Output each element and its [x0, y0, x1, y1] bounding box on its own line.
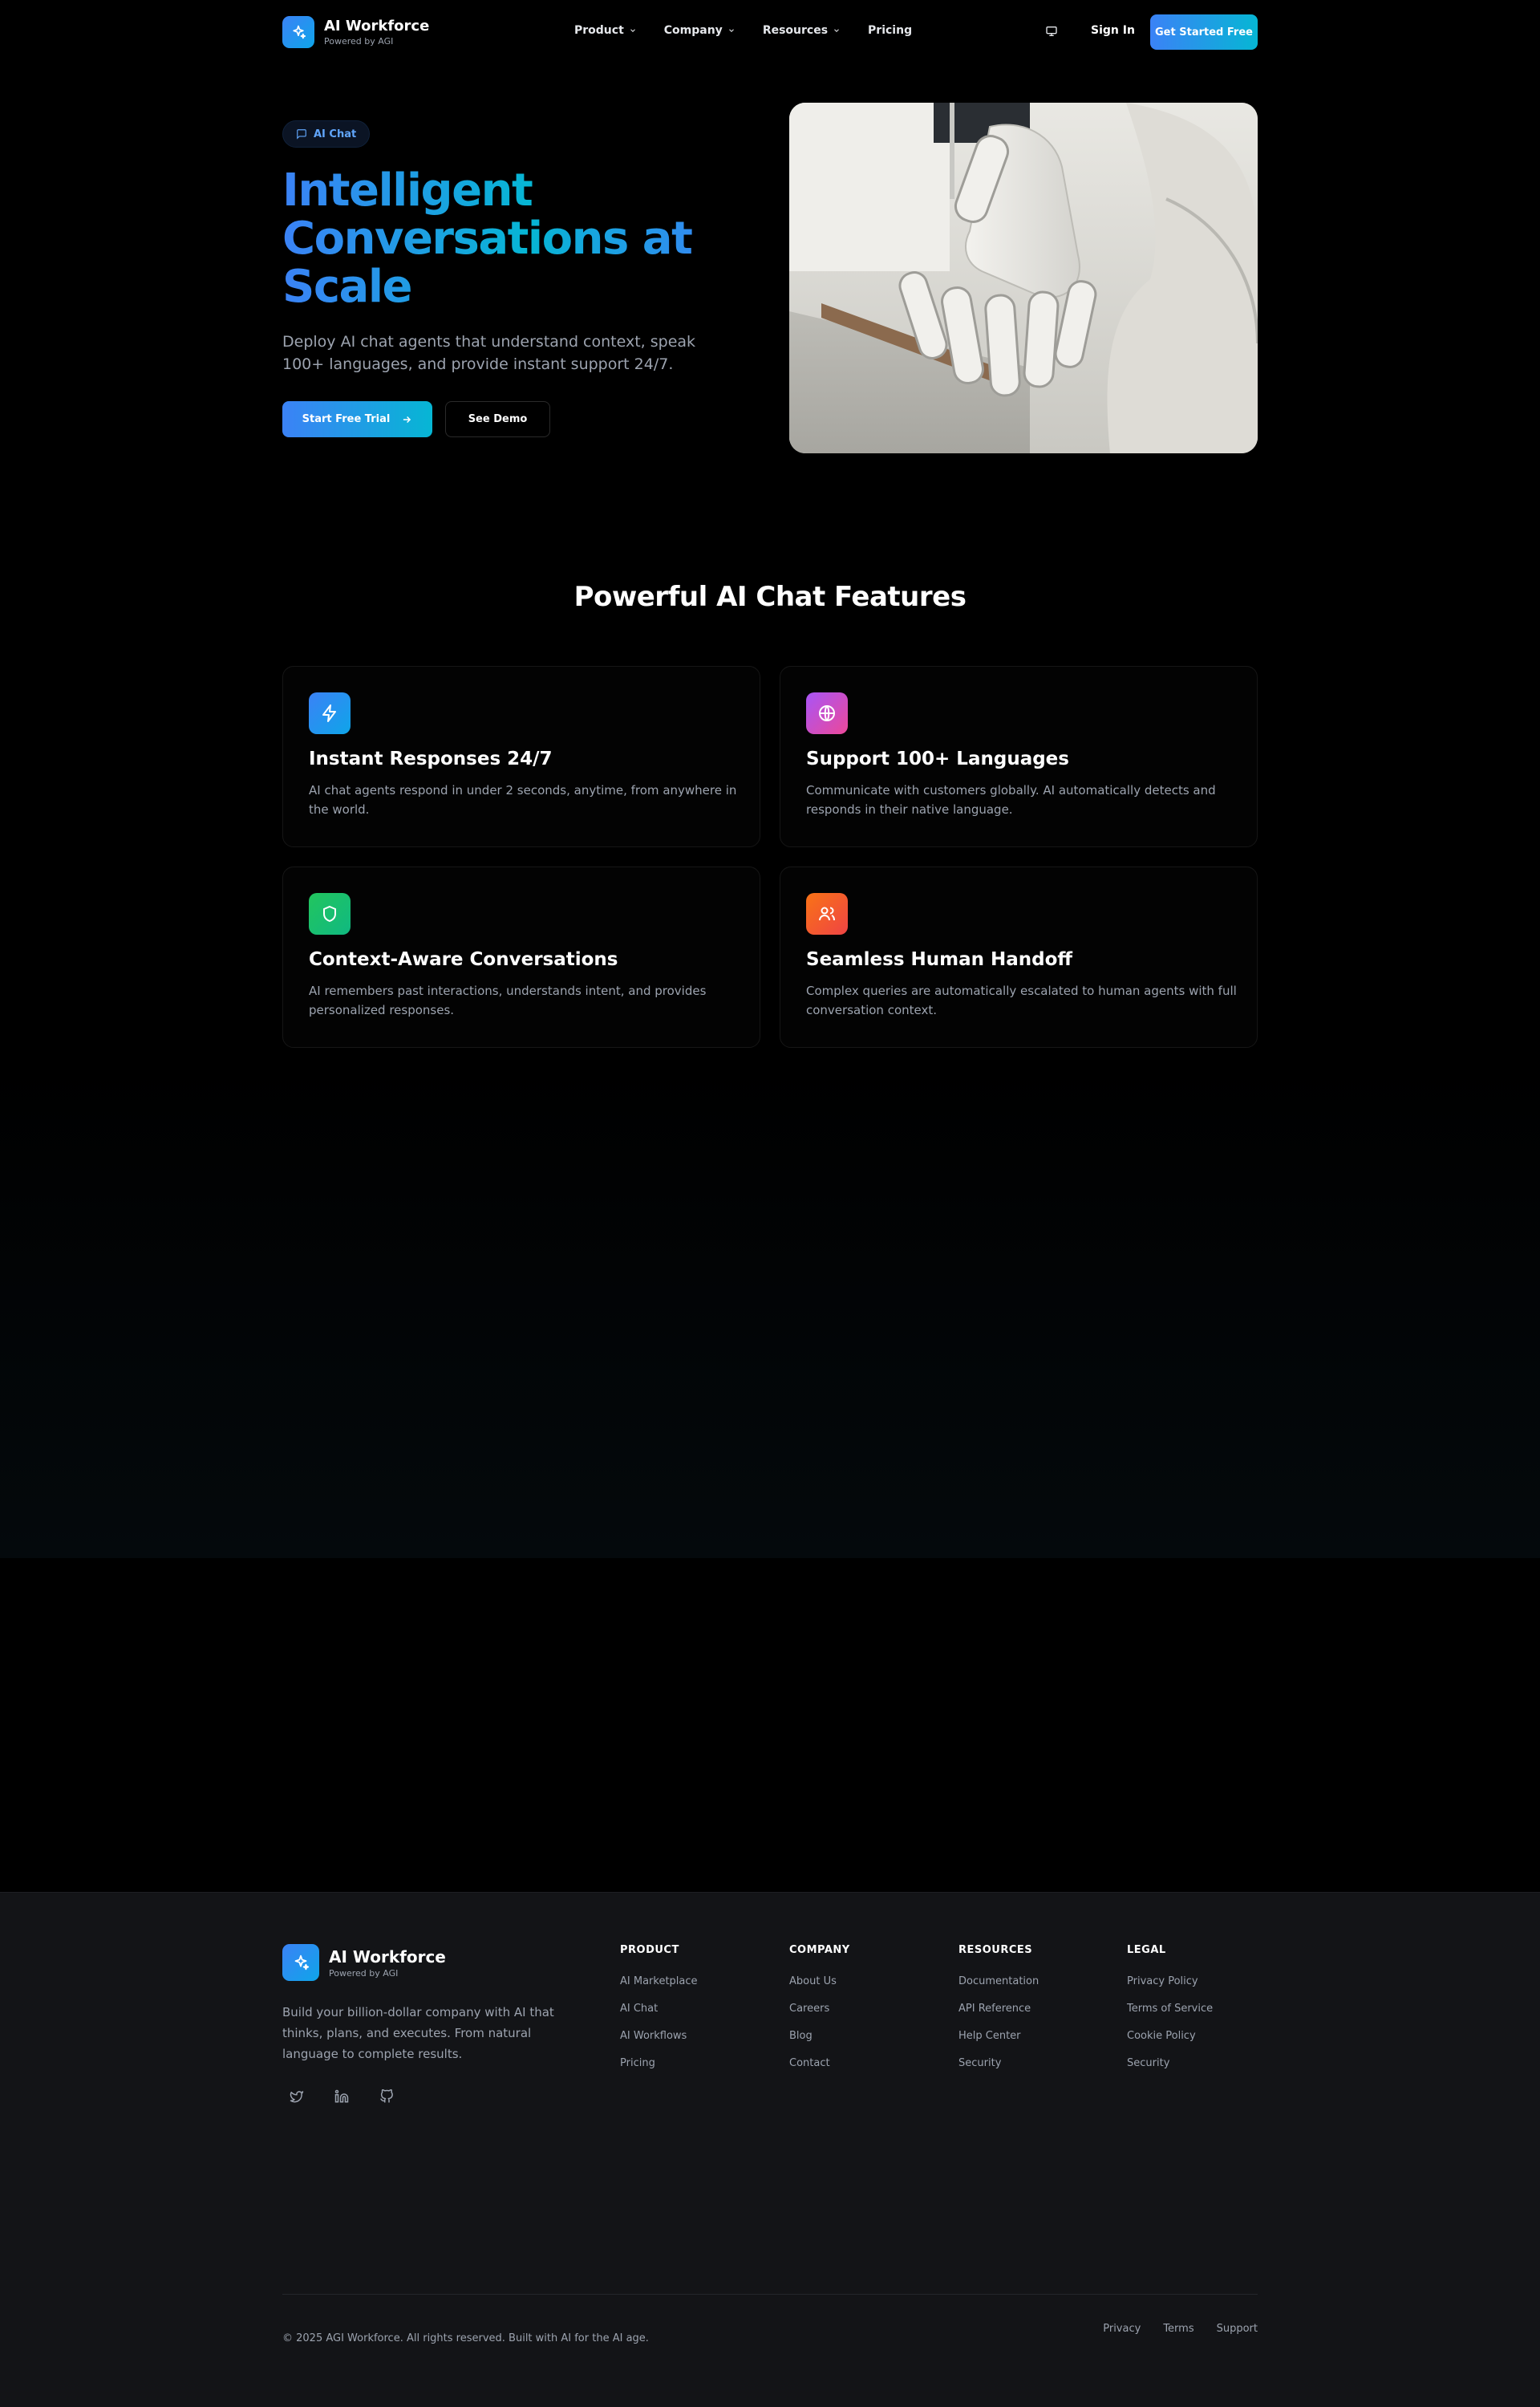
nav-pricing[interactable]: Pricing	[868, 24, 912, 37]
feature-card-instant-responses: Instant Responses 24/7 AI chat agents re…	[282, 666, 760, 847]
nav-company[interactable]: Company	[664, 24, 736, 37]
footer-link[interactable]: Security	[958, 2057, 1039, 2069]
footer-link[interactable]: Security	[1127, 2057, 1213, 2069]
linkedin-icon[interactable]	[327, 2082, 356, 2111]
chevron-down-icon	[630, 29, 635, 32]
footer-link[interactable]: Cookie Policy	[1127, 2030, 1213, 2042]
nav-resources[interactable]: Resources	[763, 24, 841, 37]
feature-card-human-handoff: Seamless Human Handoff Complex queries a…	[780, 867, 1258, 1048]
robot-hand-image	[789, 103, 1258, 453]
footer-link[interactable]: AI Workflows	[620, 2030, 698, 2042]
footer-link[interactable]: Documentation	[958, 1975, 1039, 1987]
users-icon	[806, 893, 848, 935]
feature-card-languages: Support 100+ Languages Communicate with …	[780, 666, 1258, 847]
shield-icon	[309, 893, 351, 935]
footer-column-legal: LEGAL Privacy Policy Terms of Service Co…	[1127, 1944, 1213, 2084]
brand-logo-link[interactable]: AI Workforce Powered by AGI	[282, 16, 429, 48]
footer-link[interactable]: About Us	[789, 1975, 850, 1987]
chevron-down-icon	[834, 29, 839, 32]
feature-description: Communicate with customers globally. AI …	[806, 783, 1216, 817]
chevron-down-icon	[728, 29, 734, 32]
footer-link[interactable]: Terms of Service	[1127, 2003, 1213, 2015]
monitor-icon	[1046, 26, 1057, 36]
start-free-trial-button[interactable]: Start Free Trial	[282, 401, 432, 437]
background-band	[0, 1059, 1540, 1558]
footer-link[interactable]: Pricing	[620, 2057, 698, 2069]
footer-link[interactable]: Help Center	[958, 2030, 1039, 2042]
footer-divider	[282, 2294, 1258, 2295]
social-links	[282, 2082, 401, 2111]
footer-column-heading: PRODUCT	[620, 1944, 679, 1956]
brand-name: AI Workforce	[324, 18, 430, 35]
support-link[interactable]: Support	[1217, 2323, 1258, 2335]
arrow-right-icon	[403, 416, 411, 423]
nav-product[interactable]: Product	[574, 24, 637, 37]
feature-description: Complex queries are automatically escala…	[806, 984, 1237, 1017]
site-header: AI Workforce Powered by AGI Product Comp…	[0, 0, 1540, 64]
nav-resources-label: Resources	[762, 24, 829, 37]
feature-card-context-aware: Context-Aware Conversations AI remembers…	[282, 867, 760, 1048]
footer-brand-name: AI Workforce	[329, 1946, 446, 1967]
footer-link[interactable]: API Reference	[958, 2003, 1039, 2015]
footer-link[interactable]: Privacy Policy	[1127, 1975, 1213, 1987]
message-square-icon	[297, 129, 306, 140]
footer-brand-tagline: Powered by AGI	[329, 1967, 399, 1979]
nav-company-label: Company	[663, 24, 723, 37]
footer-description: Build your billion-dollar company with A…	[282, 2005, 554, 2061]
feature-title: Support 100+ Languages	[806, 749, 1069, 769]
theme-toggle-button[interactable]	[1043, 22, 1060, 40]
terms-link[interactable]: Terms	[1163, 2323, 1194, 2335]
github-icon[interactable]	[372, 2082, 401, 2111]
feature-title: Instant Responses 24/7	[309, 749, 553, 769]
nav-product-label: Product	[574, 24, 624, 37]
feature-description: AI chat agents respond in under 2 second…	[309, 783, 737, 817]
start-free-trial-label: Start Free Trial	[302, 413, 391, 425]
footer-column-company: COMPANY About Us Careers Blog Contact	[789, 1944, 850, 2084]
footer-link[interactable]: AI Chat	[620, 2003, 698, 2015]
zap-icon	[309, 692, 351, 734]
footer-brand[interactable]: AI Workforce Powered by AGI	[282, 1944, 446, 1981]
hero-description: Deploy AI chat agents that understand co…	[282, 333, 696, 373]
sign-in-link[interactable]: Sign In	[1091, 24, 1135, 37]
brand-tagline: Powered by AGI	[324, 36, 394, 47]
privacy-link[interactable]: Privacy	[1103, 2323, 1141, 2335]
footer-link[interactable]: Blog	[789, 2030, 850, 2042]
sparkles-logo-icon	[282, 16, 314, 48]
feature-description: AI remembers past interactions, understa…	[309, 984, 707, 1017]
feature-title: Context-Aware Conversations	[309, 949, 618, 970]
get-started-button[interactable]: Get Started Free	[1150, 14, 1258, 50]
site-footer: AI Workforce Powered by AGI Build your b…	[0, 1892, 1540, 2407]
footer-column-heading: COMPANY	[789, 1944, 850, 1956]
sparkles-logo-icon	[282, 1944, 319, 1981]
twitter-icon[interactable]	[282, 2082, 311, 2111]
badge-label: AI Chat	[314, 128, 357, 140]
globe-icon	[806, 692, 848, 734]
copyright-text: © 2025 AGI Workforce. All rights reserve…	[282, 2332, 649, 2344]
footer-bottom-links: Privacy Terms Support	[1103, 2323, 1258, 2335]
see-demo-button[interactable]: See Demo	[445, 401, 550, 437]
nav-pricing-label: Pricing	[868, 24, 913, 37]
footer-column-product: PRODUCT AI Marketplace AI Chat AI Workfl…	[620, 1944, 698, 2084]
footer-link[interactable]: Contact	[789, 2057, 850, 2069]
feature-title: Seamless Human Handoff	[806, 949, 1073, 970]
footer-link[interactable]: Careers	[789, 2003, 850, 2015]
footer-column-resources: RESOURCES Documentation API Reference He…	[958, 1944, 1039, 2084]
footer-column-heading: RESOURCES	[958, 1944, 1033, 1956]
ai-chat-badge: AI Chat	[282, 120, 371, 148]
footer-column-heading: LEGAL	[1127, 1944, 1166, 1956]
main-nav: Product Company Resources Pricing	[574, 24, 912, 37]
features-title: Powerful AI Chat Features	[573, 581, 967, 613]
footer-link[interactable]: AI Marketplace	[620, 1975, 698, 1987]
hero-title: Intelligent Conversations at Scale	[282, 167, 732, 311]
